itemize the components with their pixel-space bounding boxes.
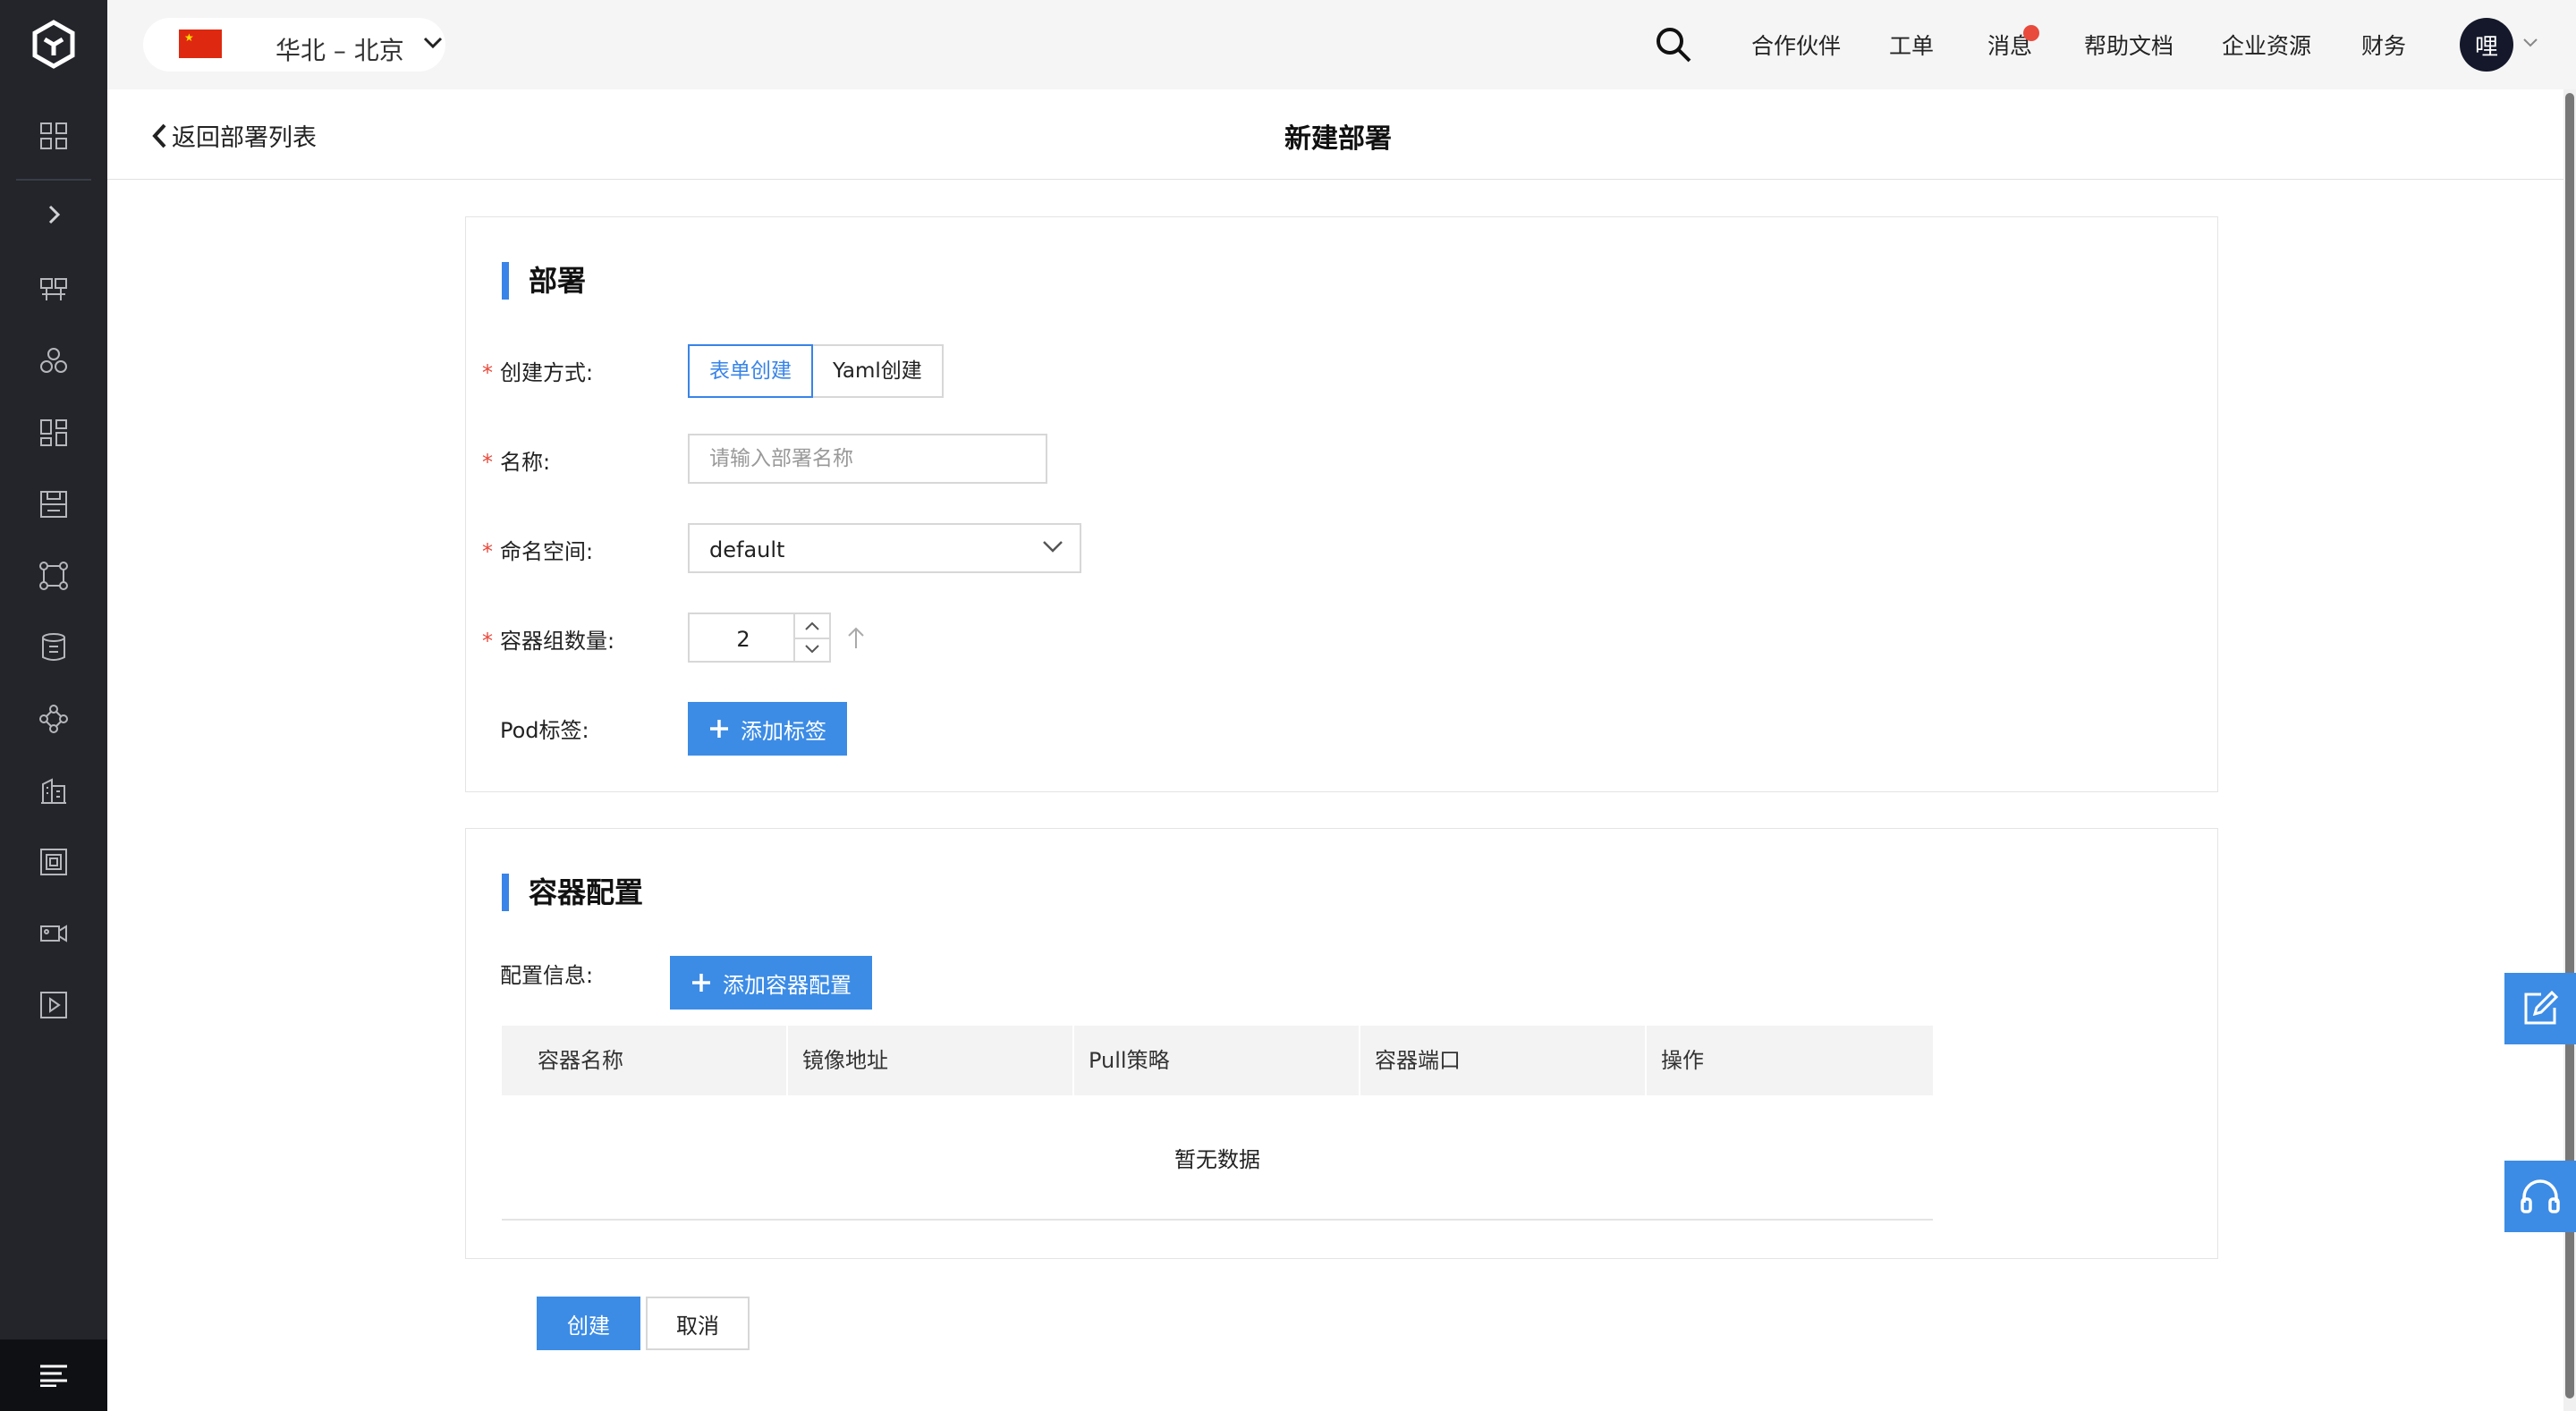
back-link-label: 返回部署列表 <box>172 124 317 152</box>
dashboard-icon[interactable] <box>0 109 107 163</box>
column-pull-policy[interactable]: Pull策略 <box>1053 1026 1170 1095</box>
cancel-button[interactable]: 取消 <box>646 1297 750 1350</box>
menu-toggle-icon[interactable] <box>0 1339 107 1411</box>
deployment-name-input[interactable] <box>688 434 1047 484</box>
top-header: ★ 华北 – 北京 合作伙伴 工单 消息 帮助文档 企业资源 财务 哩 <box>107 0 2576 90</box>
nav-partners[interactable]: 合作伙伴 <box>1751 29 1841 61</box>
chevron-left-icon <box>152 123 166 148</box>
search-icon[interactable] <box>1655 26 1692 63</box>
chevron-down-icon <box>1043 541 1063 553</box>
column-container-name[interactable]: 容器名称 <box>502 1026 623 1095</box>
user-group-icon[interactable] <box>0 334 107 388</box>
add-container-config-text: 添加容器配置 <box>723 972 852 998</box>
create-button-text: 创建 <box>567 1313 610 1339</box>
edit-icon <box>2524 990 2559 1025</box>
container-config-card: 容器配置 配置信息: 添加容器配置 容器名称 镜像地址 Pull策略 容器端口 … <box>465 828 2218 1259</box>
back-to-deployments-link[interactable]: 返回部署列表 <box>150 118 317 153</box>
customer-service-button[interactable] <box>2504 1161 2576 1232</box>
plus-icon <box>692 974 710 992</box>
add-label-button[interactable]: 添加标签 <box>688 702 847 756</box>
container-section-title: 容器配置 <box>502 874 643 911</box>
namespace-select[interactable]: default <box>688 523 1081 573</box>
pod-labels-label: Pod标签: <box>500 718 589 743</box>
nav-enterprise-resources[interactable]: 企业资源 <box>2222 29 2311 61</box>
message-notification-badge <box>2023 25 2039 41</box>
name-label: * 名称: <box>482 450 551 475</box>
building-icon[interactable] <box>0 764 107 817</box>
topology-icon[interactable] <box>0 692 107 746</box>
play-icon[interactable] <box>0 978 107 1032</box>
server-icon[interactable] <box>0 835 107 889</box>
region-label: 华北 – 北京 <box>275 36 404 65</box>
chevron-down-icon <box>805 645 819 654</box>
nav-tickets[interactable]: 工单 <box>1889 29 1934 61</box>
sidebar-divider <box>16 179 91 181</box>
replicas-stepper[interactable]: 2 <box>688 613 831 663</box>
china-flag-icon: ★ <box>179 30 222 58</box>
page-title: 新建部署 <box>1284 123 1392 155</box>
headset-icon <box>2521 1179 2560 1213</box>
nav-help-docs[interactable]: 帮助文档 <box>2084 29 2174 61</box>
column-container-port[interactable]: 容器端口 <box>1339 1026 1461 1095</box>
arrow-up-icon[interactable] <box>845 625 867 650</box>
deployment-card: 部署 *创建方式: 表单创建 Yaml创建 *名称: *命名空间: defaul… <box>465 216 2218 792</box>
yaml-create-option[interactable]: Yaml创建 <box>813 344 944 398</box>
stepper-buttons <box>793 614 829 661</box>
chevron-up-icon <box>805 621 819 630</box>
region-selector[interactable]: ★ 华北 – 北京 <box>143 18 445 72</box>
video-icon[interactable] <box>0 907 107 960</box>
cluster-icon[interactable] <box>0 263 107 317</box>
avatar[interactable]: 哩 <box>2460 18 2513 72</box>
page-header: 返回部署列表 新建部署 <box>107 89 2576 180</box>
expand-icon[interactable] <box>0 188 107 241</box>
nav-finance[interactable]: 财务 <box>2361 29 2406 61</box>
network-icon[interactable] <box>0 549 107 603</box>
plus-icon <box>710 720 728 738</box>
feedback-button[interactable] <box>2504 973 2576 1044</box>
add-container-config-button[interactable]: 添加容器配置 <box>670 956 872 1010</box>
storage-icon[interactable] <box>0 477 107 531</box>
namespace-label: * 命名空间: <box>482 539 594 564</box>
increment-button[interactable] <box>795 614 829 639</box>
create-method-toggle: 表单创建 Yaml创建 <box>688 344 944 398</box>
logo-icon[interactable] <box>0 0 107 89</box>
create-button[interactable]: 创建 <box>537 1297 640 1350</box>
chevron-down-icon <box>423 37 443 49</box>
database-icon[interactable] <box>0 621 107 674</box>
table-bottom-border <box>502 1219 1933 1221</box>
replicas-label: * 容器组数量: <box>482 629 615 654</box>
column-actions[interactable]: 操作 <box>1625 1026 1704 1095</box>
decrement-button[interactable] <box>795 638 829 661</box>
table-empty-text: 暂无数据 <box>1174 1147 1260 1172</box>
create-method-label: * 创建方式: <box>482 360 594 385</box>
form-create-option[interactable]: 表单创建 <box>688 344 813 398</box>
replicas-value[interactable]: 2 <box>690 627 797 652</box>
apps-icon[interactable] <box>0 406 107 460</box>
sidebar <box>0 0 107 1411</box>
config-info-label: 配置信息: <box>500 963 594 988</box>
column-image-address[interactable]: 镜像地址 <box>767 1026 888 1095</box>
add-label-text: 添加标签 <box>741 718 826 744</box>
table-header: 容器名称 镜像地址 Pull策略 容器端口 操作 <box>502 1026 1933 1095</box>
deployment-section-title: 部署 <box>502 262 586 300</box>
chevron-down-icon[interactable] <box>2522 38 2538 48</box>
namespace-value: default <box>709 537 785 562</box>
